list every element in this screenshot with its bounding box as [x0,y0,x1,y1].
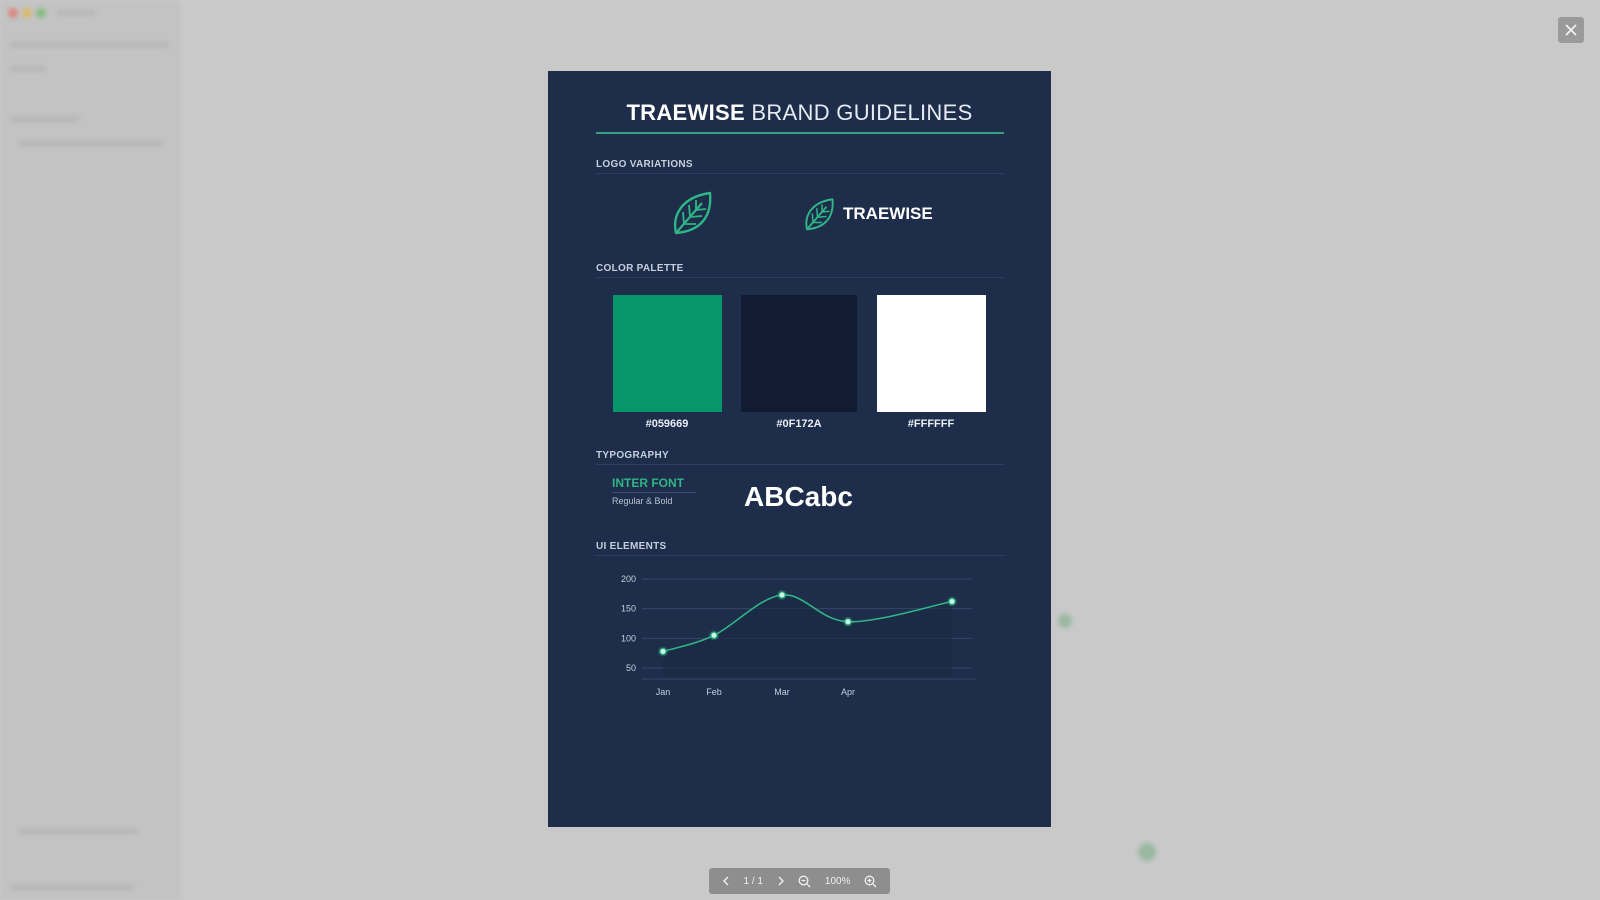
font-divider [612,492,696,493]
x-tick-label: Mar [774,687,790,697]
zoom-in-button[interactable] [864,875,877,888]
section-divider [596,277,1004,278]
swatch-green [613,295,722,412]
section-logo-variations: LOGO VARIATIONS [596,159,693,170]
data-point [948,598,956,606]
zoom-out-icon [798,875,811,887]
section-color-palette: COLOR PALETTE [596,263,684,274]
data-point [844,618,852,626]
x-tick-label: Apr [841,687,855,697]
swatch-navy-label: #0F172A [776,418,822,430]
leaf-icon [673,191,712,235]
line-chart: 50 100 150 200 Jan Feb Mar Apr [621,574,976,697]
title-rest: BRAND GUIDELINES [751,100,973,125]
close-icon [1565,24,1577,36]
data-point [659,647,667,655]
data-point [778,591,786,599]
x-tick-label: Jan [656,687,671,697]
section-typography: TYPOGRAPHY [596,450,670,461]
section-divider [596,464,1004,465]
zoom-in-icon [864,875,877,887]
y-tick-label: 50 [626,663,636,673]
x-tick-label: Feb [706,687,722,697]
zoom-out-button[interactable] [798,875,811,888]
section-divider [596,555,1004,556]
logo-wordmark: TRAEWISE [843,204,933,223]
chevron-left-icon [722,876,729,886]
y-tick-label: 100 [621,633,636,643]
swatch-white-label: #FFFFFF [907,418,955,430]
swatch-white [877,295,986,412]
font-weights: Regular & Bold [612,496,673,506]
document-title: TRAEWISE BRAND GUIDELINES [548,100,1051,126]
data-point [710,631,718,639]
leaf-icon [805,198,834,231]
next-page-button[interactable] [777,876,785,886]
close-button[interactable] [1558,17,1584,43]
title-brand: TRAEWISE [626,100,745,125]
y-tick-label: 200 [621,574,636,584]
title-divider [596,132,1004,134]
page-indicator: 1 / 1 [743,875,763,887]
series-area [663,594,952,677]
swatch-green-label: #059669 [645,418,689,430]
swatch-navy [741,295,857,412]
font-name: INTER FONT [612,476,684,490]
document-page: TRAEWISE BRAND GUIDELINES LOGO VARIATION… [548,71,1051,827]
prev-page-button[interactable] [722,876,730,886]
zoom-level: 100% [824,875,851,887]
pager-toolbar: 1 / 1 100% [709,868,890,894]
y-tick-label: 150 [621,604,636,614]
font-sample: ABCabc [744,481,853,512]
chevron-right-icon [778,876,784,886]
section-divider [596,173,1004,174]
section-ui-elements: UI ELEMENTS [596,541,667,552]
